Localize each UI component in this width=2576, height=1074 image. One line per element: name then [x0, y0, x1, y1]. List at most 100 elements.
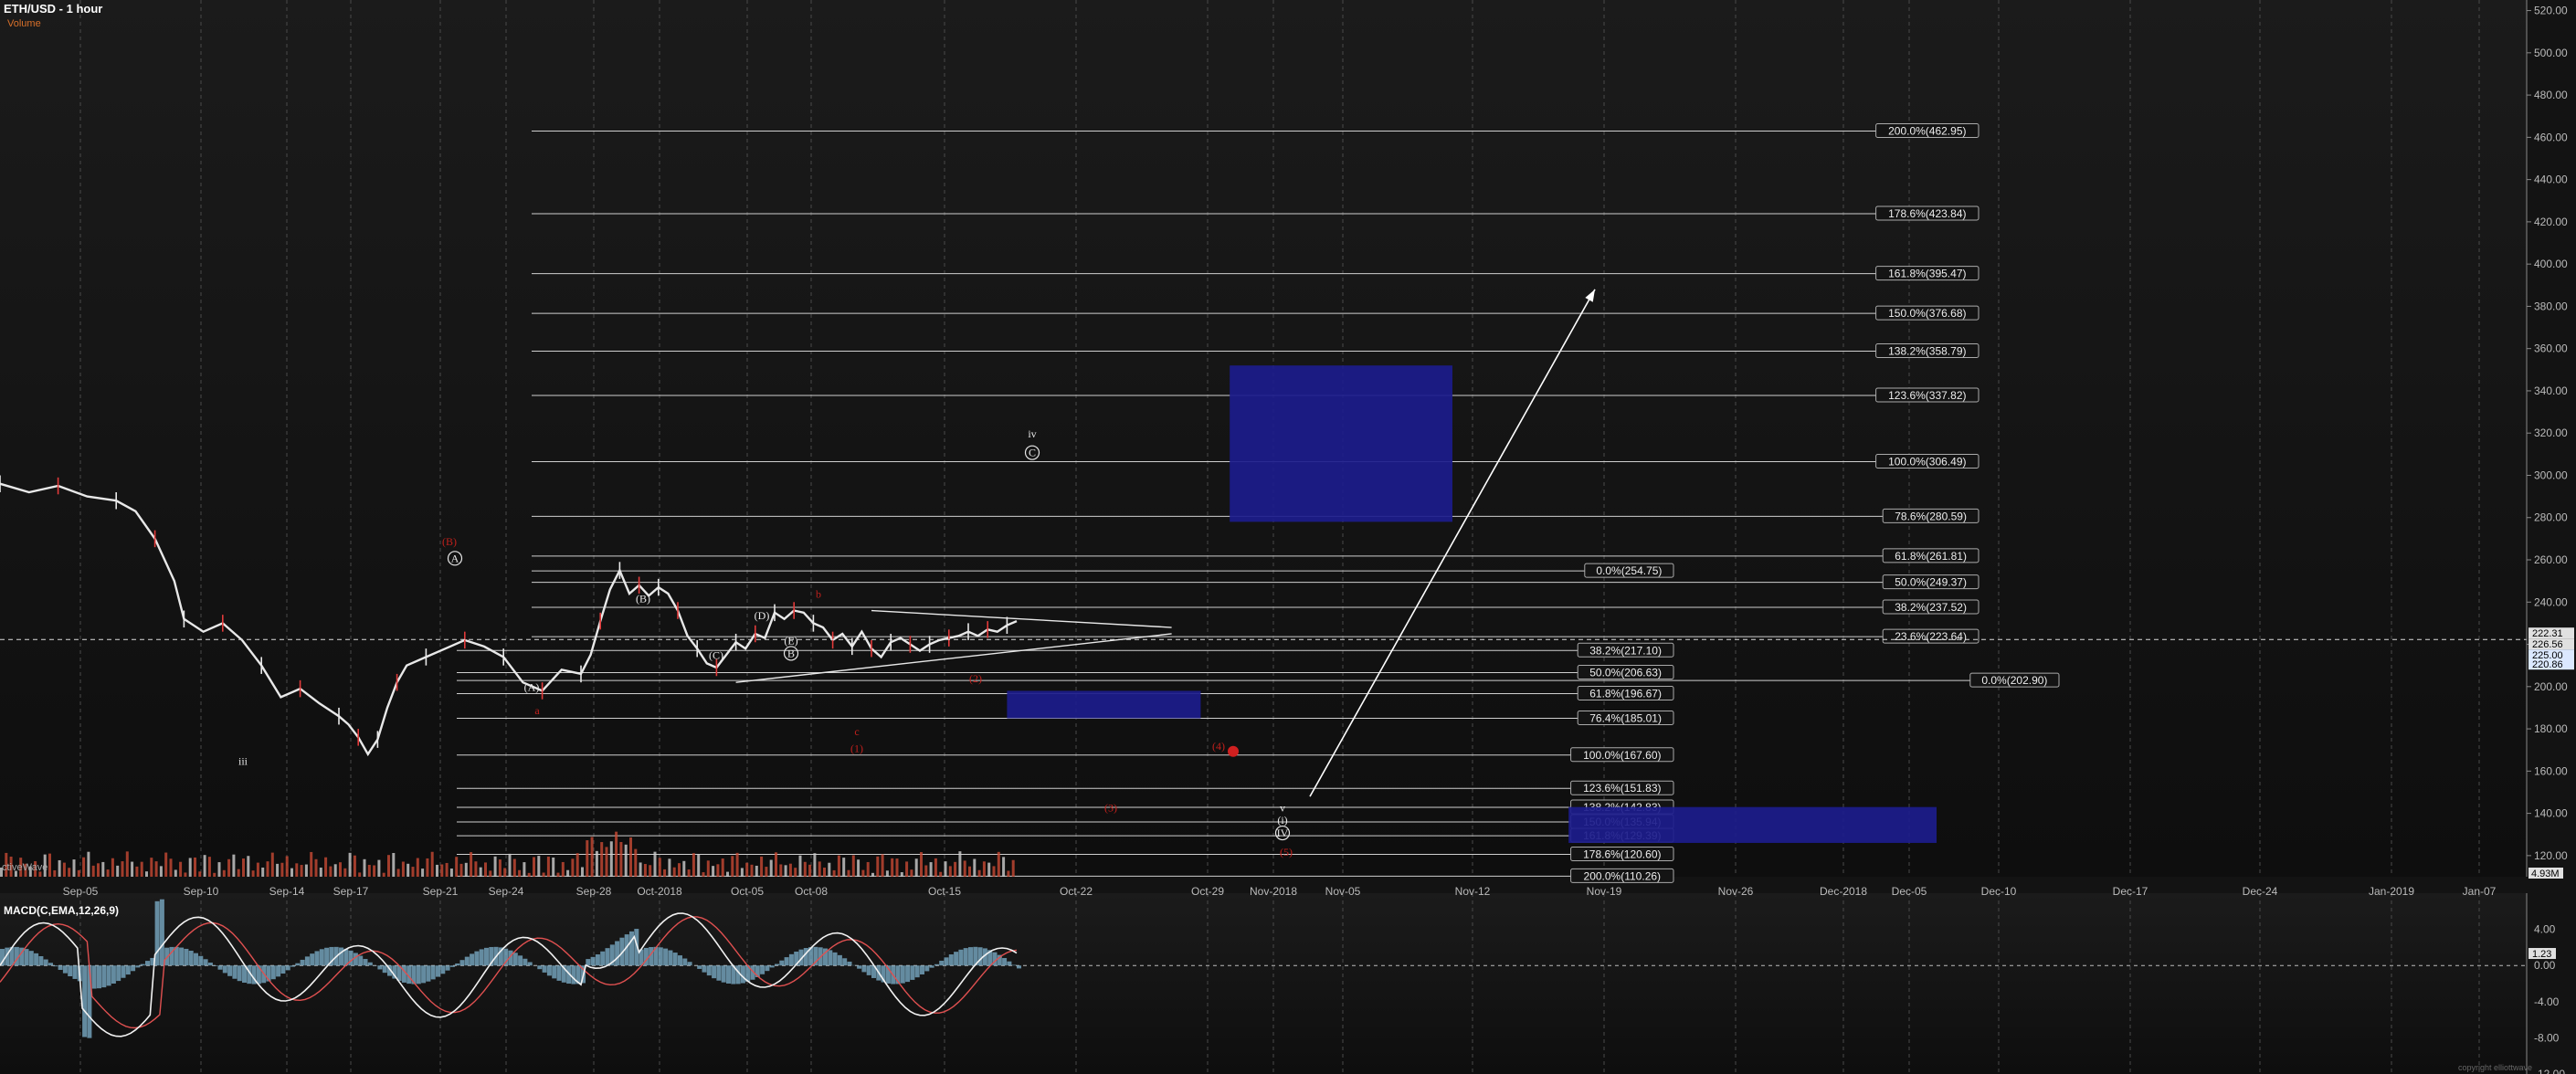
- wave-label: (5): [1280, 846, 1293, 858]
- macd-hist-bar: [125, 965, 131, 975]
- y-tick-label: 140.00: [2534, 807, 2568, 820]
- macd-hist-bar: [324, 947, 330, 966]
- volume-bar: [363, 858, 366, 877]
- volume-bar: [885, 870, 889, 877]
- macd-hist-bar: [929, 965, 934, 968]
- macd-hist-bar: [28, 951, 34, 966]
- fib-level-label: 100.0%(167.60): [1583, 749, 1661, 762]
- macd-hist-bar: [87, 965, 92, 1038]
- volume-bar: [765, 867, 768, 877]
- volume-bar: [982, 861, 986, 877]
- target-box: [1230, 365, 1452, 522]
- x-tick-label: Sep-28: [576, 885, 612, 898]
- macd-hist-bar: [944, 957, 949, 966]
- volume-bar: [527, 872, 531, 877]
- volume-bar: [179, 861, 183, 877]
- volume-bar: [523, 862, 526, 877]
- volume-bar: [643, 864, 647, 877]
- x-tick-label: Nov-05: [1325, 885, 1361, 898]
- macd-hist-bar: [304, 956, 310, 966]
- price-tag: 222.31: [2532, 628, 2563, 639]
- macd-hist-bar: [207, 963, 213, 966]
- macd-tick-label: -4.00: [2534, 995, 2560, 1008]
- macd-hist-bar: [828, 950, 833, 966]
- fib-level-label: 178.6%(120.60): [1583, 848, 1661, 860]
- x-tick-label: Dec-24: [2243, 885, 2278, 898]
- macd-hist-bar: [106, 965, 111, 986]
- volume-bar: [586, 840, 589, 877]
- y-tick-label: 240.00: [2534, 595, 2568, 608]
- macd-hist-bar: [121, 965, 126, 978]
- volume-bar: [668, 858, 671, 877]
- chart-canvas[interactable]: 200.0%(462.95) 178.6%(423.84) 161.8%(395.4…: [0, 0, 2576, 1074]
- macd-hist-bar: [712, 965, 717, 979]
- macd-hist-bar: [48, 963, 53, 966]
- x-tick-label: Dec-17: [2113, 885, 2148, 898]
- macd-hist-bar: [939, 960, 945, 966]
- macd-hist-bar: [339, 947, 343, 966]
- macd-hist-bar: [600, 951, 606, 966]
- volume-bar: [353, 855, 356, 877]
- volume-bar: [188, 858, 192, 877]
- macd-hist-bar: [668, 950, 673, 966]
- fib-level-label: 61.8%(261.81): [1895, 550, 1967, 563]
- macd-hist-bar: [436, 965, 440, 977]
- volume-bar: [430, 851, 434, 877]
- macd-hist-bar: [484, 947, 489, 966]
- macd-hist-bar: [963, 948, 968, 966]
- fib-level-label: 123.6%(151.83): [1583, 782, 1661, 795]
- volume-bar: [324, 857, 328, 877]
- macd-hist-bar: [440, 965, 446, 974]
- macd-hist-bar: [726, 965, 731, 984]
- volume-bar: [508, 853, 512, 877]
- x-tick-label: Jan-2019: [2369, 885, 2414, 898]
- volume-bar: [692, 853, 695, 877]
- volume-bar: [542, 872, 545, 877]
- wave-label: A: [451, 552, 459, 564]
- volume-bar: [493, 856, 497, 877]
- volume-bar: [857, 859, 860, 877]
- macd-hist-bar: [53, 965, 58, 967]
- volume-bar: [600, 842, 604, 877]
- volume-bar: [145, 871, 148, 877]
- volume-bar: [653, 851, 657, 877]
- macd-hist-bar: [775, 963, 779, 966]
- wave-label: (1): [850, 742, 863, 755]
- alert-dot: [1228, 745, 1239, 757]
- x-tick-label: Nov-2018: [1250, 885, 1297, 898]
- volume-bar: [813, 853, 817, 877]
- volume-bar: [794, 868, 797, 877]
- x-tick-label: Oct-05: [731, 885, 764, 898]
- y-tick-label: 520.00: [2534, 5, 2568, 17]
- volume-bar: [876, 856, 880, 877]
- volume-bar: [116, 865, 120, 877]
- volume-bar: [242, 858, 245, 877]
- volume-bar: [164, 852, 168, 877]
- volume-bar: [944, 861, 947, 877]
- volume-bar: [977, 869, 981, 877]
- macd-hist-bar: [367, 962, 373, 966]
- volume-bar: [82, 857, 86, 877]
- wave-label: B: [787, 647, 795, 659]
- volume-bar: [280, 862, 284, 877]
- volume-bar: [140, 861, 143, 877]
- volume-bar: [745, 862, 749, 877]
- volume-bar: [222, 869, 226, 877]
- macd-hist-bar: [470, 953, 475, 966]
- macd-hist-bar: [213, 965, 218, 966]
- volume-bar: [174, 869, 177, 877]
- x-tick-label: Oct-08: [795, 885, 828, 898]
- x-tick-label: Jan-07: [2463, 885, 2497, 898]
- volume-bar: [1002, 857, 1006, 877]
- volume-bar: [828, 862, 831, 877]
- y-tick-label: 280.00: [2534, 511, 2568, 524]
- volume-bar: [150, 858, 153, 877]
- macd-hist-bar: [111, 965, 116, 984]
- macd-label: MACD(C,EMA,12,26,9): [4, 904, 120, 917]
- y-tick-label: 340.00: [2534, 384, 2568, 397]
- volume-bar: [111, 858, 114, 877]
- volume-bar: [726, 871, 729, 877]
- macd-hist-bar: [145, 961, 150, 966]
- volume-bar: [58, 859, 61, 877]
- wave-label: (i): [1277, 814, 1287, 827]
